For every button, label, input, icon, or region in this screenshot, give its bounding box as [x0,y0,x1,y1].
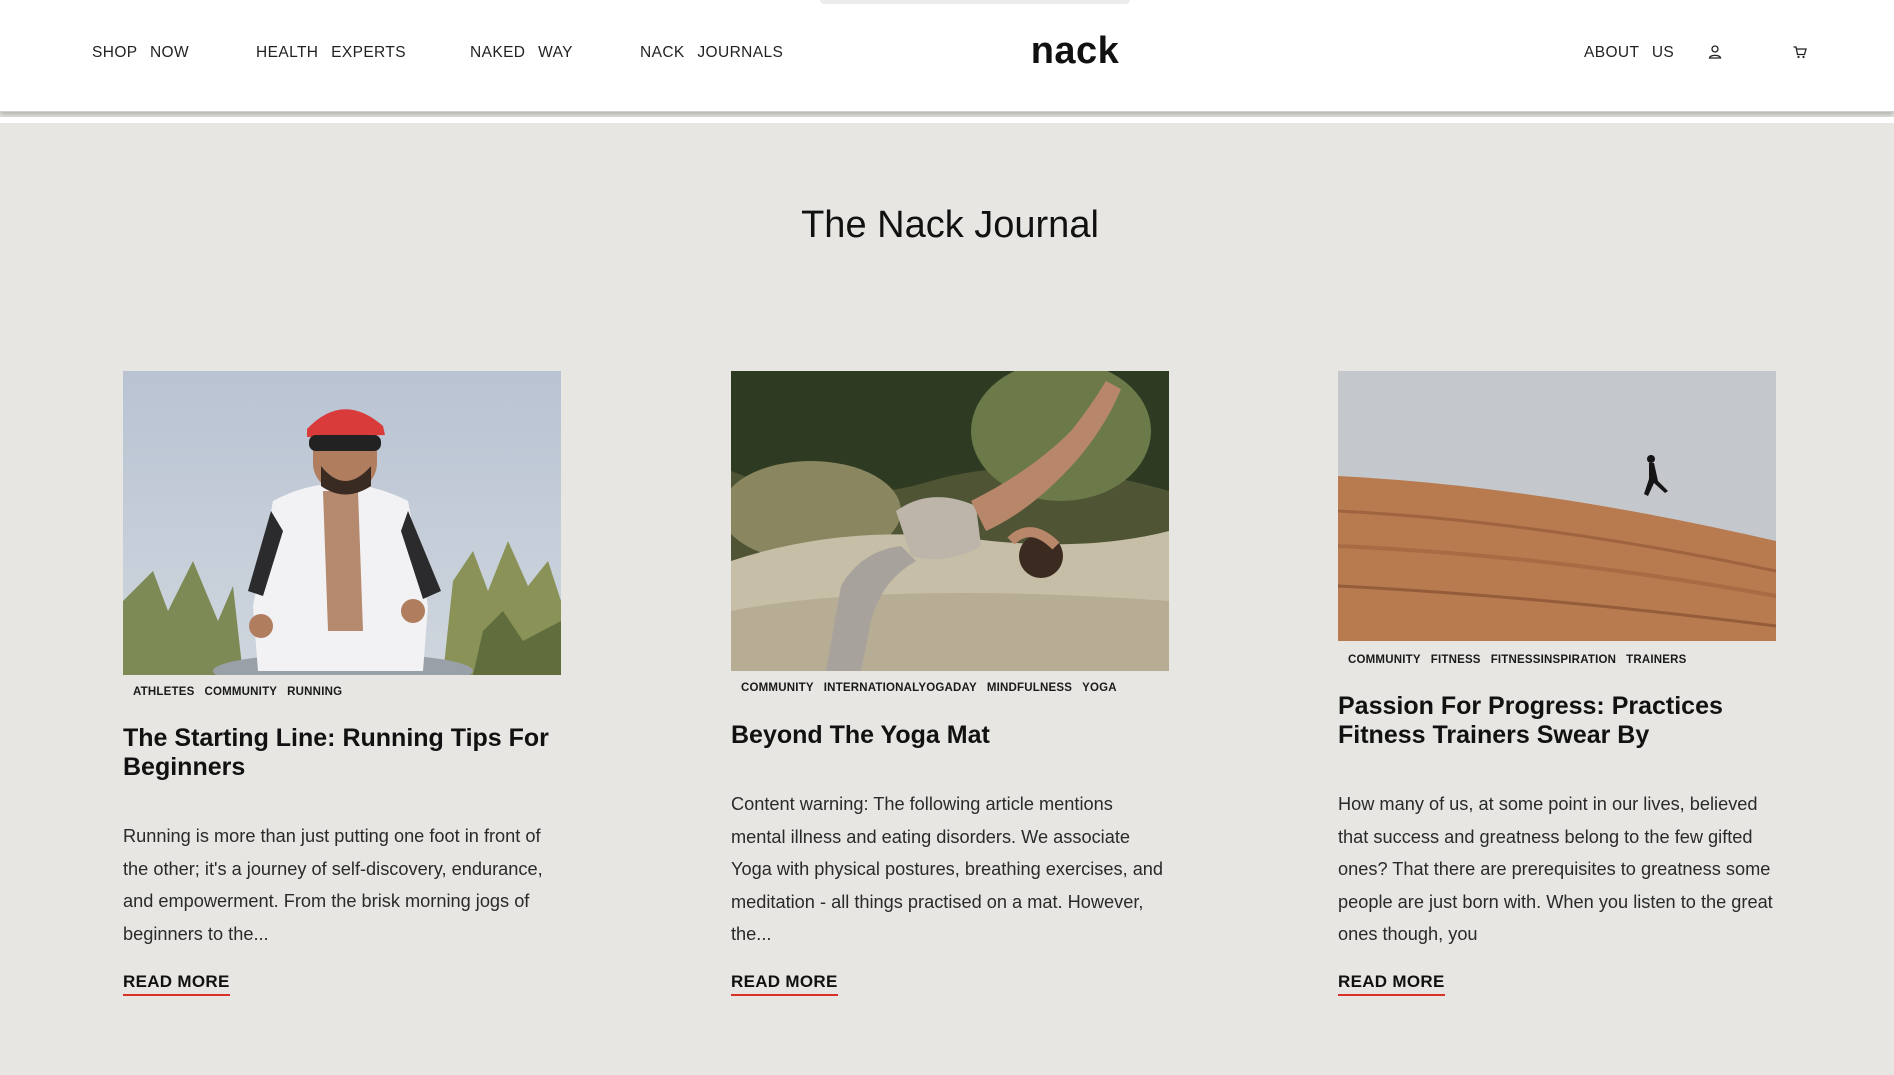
tag-link[interactable]: INTERNATIONALYOGADAY [824,682,977,694]
article-tags: ATHLETES COMMUNITY RUNNING [133,682,352,700]
tag-link[interactable]: COMMUNITY [204,686,277,698]
article-image-runner[interactable] [123,371,561,675]
article-excerpt: Running is more than just putting one fo… [123,826,543,944]
site-header: SHOP NOW HEALTH EXPERTS NAKED WAY NACK J… [0,0,1894,112]
tag-link[interactable]: MINDFULNESS [987,682,1072,694]
nav-shop-now[interactable]: SHOP NOW [92,44,189,64]
nav-health-experts[interactable]: HEALTH EXPERTS [256,44,406,64]
article-title[interactable]: Beyond The Yoga Mat [731,721,1169,750]
article-title[interactable]: Passion For Progress: Practices Fitness … [1338,692,1776,750]
tag-link[interactable]: RUNNING [287,686,342,698]
tag-link[interactable]: TRAINERS [1626,654,1686,666]
tag-link[interactable]: ATHLETES [133,686,194,698]
page-title: The Nack Journal [801,204,1099,246]
article-image-yoga[interactable] [731,371,1169,671]
user-icon[interactable] [1707,44,1725,62]
site-logo[interactable]: nack [1000,30,1150,73]
nav-naked-way[interactable]: NAKED WAY [470,44,573,64]
article-image-hill-runner[interactable] [1338,371,1776,641]
article-title[interactable]: The Starting Line: Running Tips For Begi… [123,724,561,782]
tag-link[interactable]: COMMUNITY [1348,654,1421,666]
read-more-link[interactable]: READ MORE [731,972,838,996]
article-tags: COMMUNITY INTERNATIONALYOGADAY MINDFULNESS… [741,678,1127,696]
header-notch [820,0,1130,4]
header-underline-strip [0,117,1894,123]
tag-link[interactable]: FITNESSINSPIRATION [1491,654,1616,666]
read-more-link[interactable]: READ MORE [1338,972,1445,996]
tag-link[interactable]: COMMUNITY [741,682,814,694]
nav-about-us[interactable]: ABOUT US [1584,44,1674,64]
article-excerpt: Content warning: The following article m… [731,794,1164,945]
cart-icon[interactable] [1792,44,1810,62]
article-excerpt: How many of us, at some point in our liv… [1338,794,1773,945]
nav-nack-journals[interactable]: NACK JOURNALS [640,44,783,64]
tag-link[interactable]: YOGA [1082,682,1117,694]
tag-link[interactable]: FITNESS [1431,654,1481,666]
article-tags: COMMUNITY FITNESS FITNESSINSPIRATION TRAINE… [1348,650,1697,668]
read-more-link[interactable]: READ MORE [123,972,230,996]
